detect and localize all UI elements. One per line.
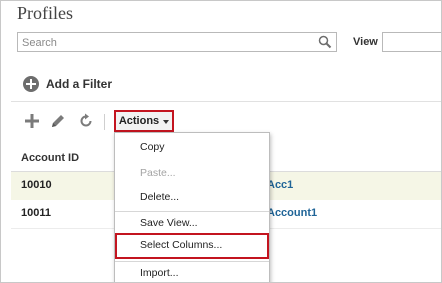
actions-label: Actions xyxy=(118,115,160,127)
search-icon[interactable] xyxy=(318,35,332,49)
plus-icon[interactable] xyxy=(23,112,41,130)
pencil-icon[interactable] xyxy=(49,112,67,130)
search-input[interactable] xyxy=(18,34,316,52)
actions-dropdown-menu: Copy Paste... Delete... Save View... Sel… xyxy=(114,132,270,282)
column-header-account-id[interactable]: Account ID xyxy=(21,152,79,164)
account-id-cell: 10010 xyxy=(21,179,52,191)
page-frame: Profiles View Add a Filter Actions Accou… xyxy=(0,0,442,283)
account-name-link[interactable]: Account1 xyxy=(267,207,317,219)
menu-item-delete[interactable]: Delete... xyxy=(140,191,179,203)
menu-separator xyxy=(115,211,269,212)
actions-menu-button[interactable]: Actions xyxy=(114,110,174,132)
add-filter-button[interactable]: Add a Filter xyxy=(23,74,112,94)
menu-separator xyxy=(115,261,269,262)
toolbar-separator xyxy=(104,114,105,130)
refresh-icon[interactable] xyxy=(77,112,95,130)
add-filter-label: Add a Filter xyxy=(46,77,113,91)
menu-item-select-columns[interactable]: Select Columns... xyxy=(140,239,222,251)
menu-item-copy[interactable]: Copy xyxy=(140,141,165,153)
account-name-link[interactable]: Acc1 xyxy=(267,179,293,191)
menu-item-paste: Paste... xyxy=(140,167,176,179)
plus-circle-icon xyxy=(23,76,39,92)
view-label: View xyxy=(353,36,378,48)
menu-item-import[interactable]: Import... xyxy=(140,267,179,279)
account-id-cell: 10011 xyxy=(21,207,51,219)
view-input[interactable] xyxy=(382,32,441,52)
search-box[interactable] xyxy=(17,32,337,52)
menu-item-save-view[interactable]: Save View... xyxy=(140,217,198,229)
page-title: Profiles xyxy=(17,3,73,23)
divider xyxy=(11,101,441,102)
caret-down-icon xyxy=(163,119,170,124)
